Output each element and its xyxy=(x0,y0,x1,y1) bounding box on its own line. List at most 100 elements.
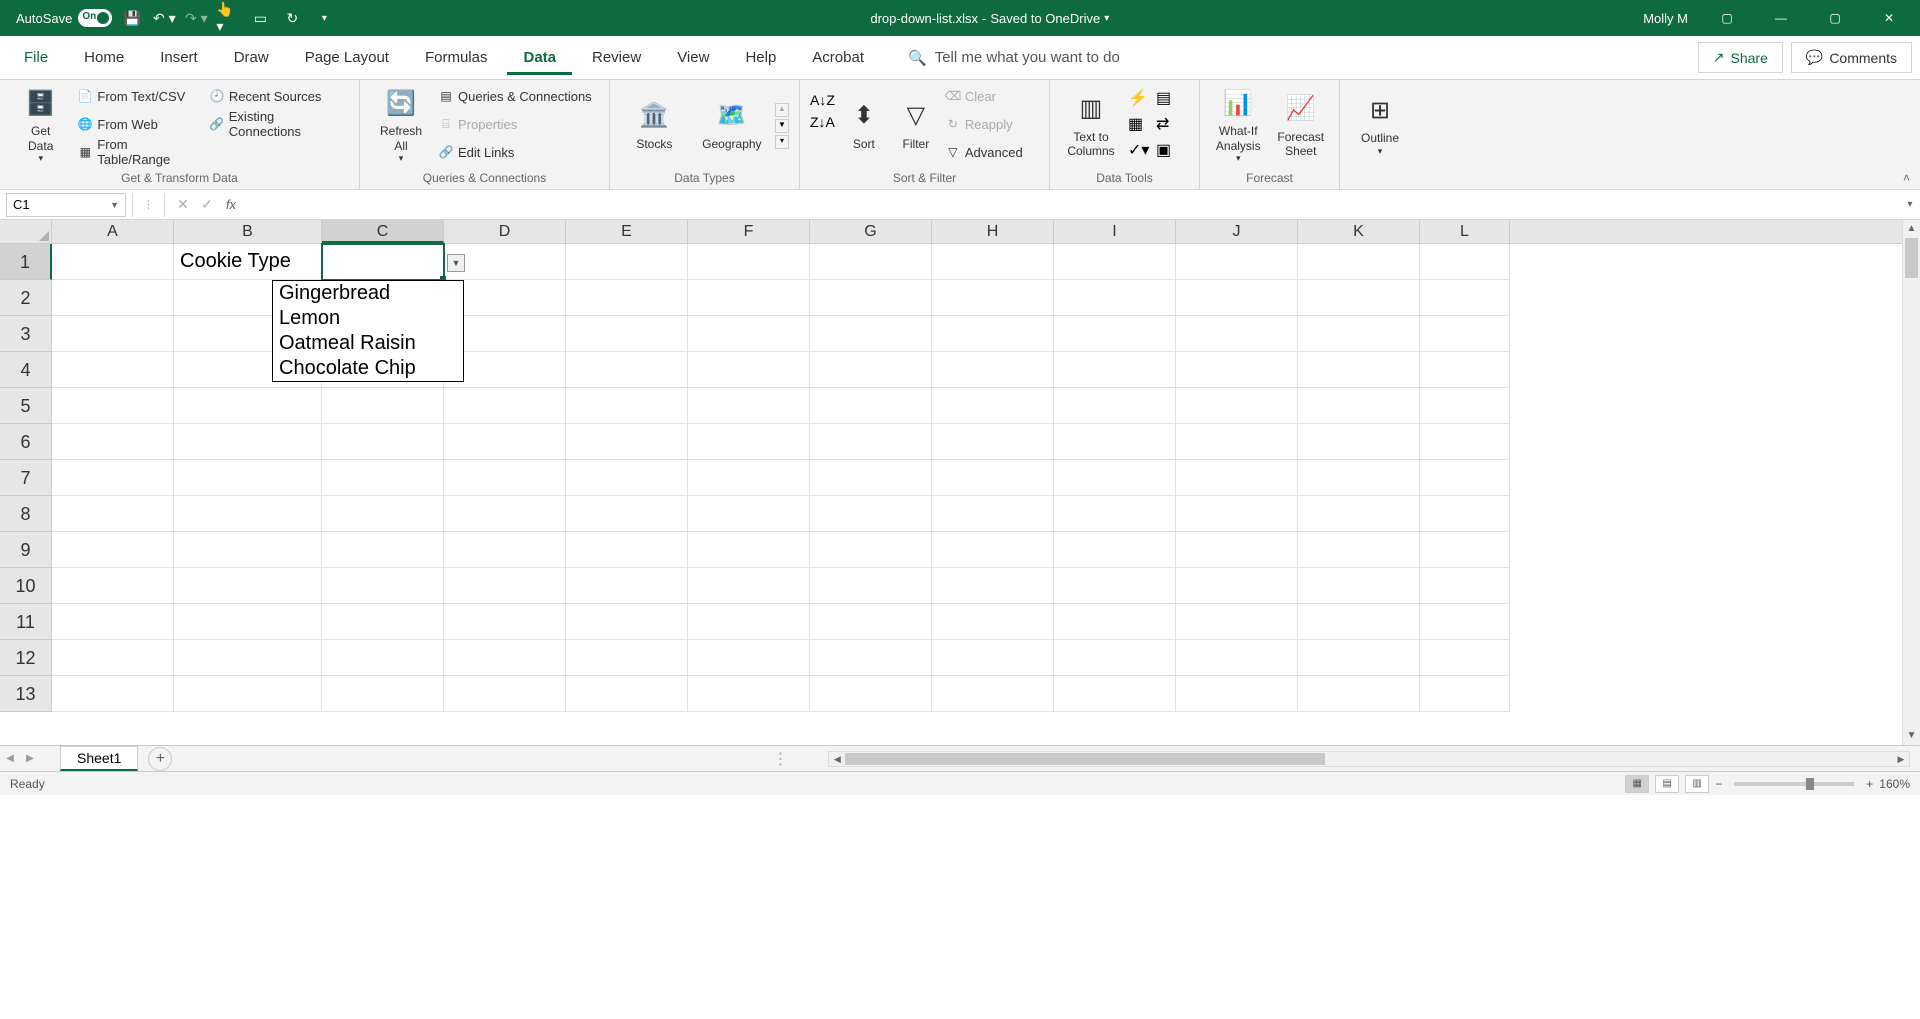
filter-button[interactable]: ▽ Filter xyxy=(893,84,939,168)
cell[interactable] xyxy=(444,460,566,496)
cell[interactable] xyxy=(688,604,810,640)
row-header[interactable]: 11 xyxy=(0,604,52,640)
remove-duplicates-icon[interactable]: ▦ xyxy=(1128,114,1150,134)
page-break-view-icon[interactable]: ▥ xyxy=(1685,775,1709,793)
scroll-thumb[interactable] xyxy=(1905,238,1918,278)
cell[interactable] xyxy=(810,460,932,496)
cell[interactable] xyxy=(174,532,322,568)
zoom-knob[interactable] xyxy=(1806,778,1814,790)
cell[interactable] xyxy=(52,604,174,640)
cell[interactable] xyxy=(174,604,322,640)
cell[interactable] xyxy=(566,532,688,568)
cell[interactable] xyxy=(52,640,174,676)
row-header[interactable]: 3 xyxy=(0,316,52,352)
cell[interactable] xyxy=(810,244,932,280)
close-icon[interactable]: ✕ xyxy=(1866,0,1912,36)
cell[interactable] xyxy=(1176,424,1298,460)
edit-links-button[interactable]: 🔗Edit Links xyxy=(438,140,592,164)
tab-view[interactable]: View xyxy=(661,41,725,75)
cell[interactable] xyxy=(688,280,810,316)
cell[interactable]: Cookie Type xyxy=(174,244,322,280)
vertical-scrollbar[interactable]: ▲ ▼ xyxy=(1902,220,1920,745)
cell[interactable] xyxy=(174,676,322,712)
what-if-button[interactable]: 📊 What-If Analysis ▾ xyxy=(1210,84,1267,168)
sync-icon[interactable]: ↻ xyxy=(280,6,304,30)
dropdown-option[interactable]: Lemon xyxy=(273,306,463,331)
cell[interactable] xyxy=(566,352,688,388)
cell[interactable] xyxy=(1176,388,1298,424)
scroll-up-icon[interactable]: ▲ xyxy=(1903,220,1920,238)
row-header[interactable]: 8 xyxy=(0,496,52,532)
tab-help[interactable]: Help xyxy=(729,41,792,75)
cell[interactable] xyxy=(1176,280,1298,316)
stocks-button[interactable]: 🏛️ Stocks xyxy=(620,84,689,168)
dropdown-option[interactable]: Chocolate Chip xyxy=(273,356,463,381)
cell[interactable] xyxy=(1298,640,1420,676)
hscroll-thumb[interactable] xyxy=(845,753,1325,765)
cell[interactable] xyxy=(174,460,322,496)
cell[interactable] xyxy=(444,388,566,424)
cell[interactable] xyxy=(52,316,174,352)
col-header-E[interactable]: E xyxy=(566,220,688,243)
cell[interactable] xyxy=(1298,532,1420,568)
from-text-csv-button[interactable]: 📄From Text/CSV xyxy=(77,84,203,108)
col-header-B[interactable]: B xyxy=(174,220,322,243)
cell[interactable] xyxy=(566,280,688,316)
cell[interactable] xyxy=(1420,604,1510,640)
col-header-L[interactable]: L xyxy=(1420,220,1510,243)
tab-file[interactable]: File xyxy=(8,41,64,75)
cell[interactable] xyxy=(52,496,174,532)
ribbon-display-icon[interactable]: ▢ xyxy=(1704,0,1750,36)
gallery-up-icon[interactable]: ▲ xyxy=(775,103,789,117)
cell[interactable] xyxy=(52,568,174,604)
col-header-J[interactable]: J xyxy=(1176,220,1298,243)
cell[interactable] xyxy=(566,460,688,496)
cell[interactable] xyxy=(932,388,1054,424)
scroll-left-icon[interactable]: ◀ xyxy=(829,752,845,766)
tab-split-handle[interactable]: ⋮ xyxy=(772,749,788,769)
existing-connections-button[interactable]: 🔗Existing Connections xyxy=(209,112,349,136)
cell[interactable] xyxy=(1176,244,1298,280)
col-header-H[interactable]: H xyxy=(932,220,1054,243)
cell[interactable] xyxy=(932,568,1054,604)
col-header-K[interactable]: K xyxy=(1298,220,1420,243)
cell[interactable] xyxy=(1298,568,1420,604)
cell[interactable] xyxy=(322,496,444,532)
touch-mode-icon[interactable]: 👆▾ xyxy=(216,6,240,30)
sort-asc-button[interactable]: A↓Z xyxy=(810,92,835,108)
relationships-icon[interactable]: ⇄ xyxy=(1156,114,1178,134)
scroll-right-icon[interactable]: ▶ xyxy=(1893,752,1909,766)
zoom-out-icon[interactable]: − xyxy=(1715,777,1722,791)
forecast-sheet-button[interactable]: 📈 Forecast Sheet xyxy=(1273,84,1330,168)
cell[interactable] xyxy=(810,352,932,388)
select-all-corner[interactable] xyxy=(0,220,52,243)
cell[interactable] xyxy=(1176,604,1298,640)
col-header-F[interactable]: F xyxy=(688,220,810,243)
row-header[interactable]: 2 xyxy=(0,280,52,316)
cell[interactable] xyxy=(174,388,322,424)
cell[interactable] xyxy=(174,568,322,604)
gallery-more-icon[interactable]: ▾ xyxy=(775,135,789,149)
cell[interactable] xyxy=(932,640,1054,676)
row-header[interactable]: 9 xyxy=(0,532,52,568)
col-header-C[interactable]: C xyxy=(322,220,444,243)
cell[interactable] xyxy=(1054,316,1176,352)
cell[interactable] xyxy=(1176,352,1298,388)
cell[interactable] xyxy=(1176,460,1298,496)
col-header-A[interactable]: A xyxy=(52,220,174,243)
cell[interactable] xyxy=(810,604,932,640)
cell[interactable] xyxy=(1054,640,1176,676)
cell[interactable] xyxy=(1298,676,1420,712)
cell[interactable] xyxy=(1420,244,1510,280)
get-data-button[interactable]: 🗄️ Get Data ▾ xyxy=(10,84,71,168)
col-header-I[interactable]: I xyxy=(1054,220,1176,243)
fx-icon[interactable]: fx xyxy=(219,197,243,212)
cell[interactable] xyxy=(810,496,932,532)
cell[interactable] xyxy=(1176,640,1298,676)
cell[interactable] xyxy=(444,676,566,712)
cell[interactable] xyxy=(932,460,1054,496)
dropdown-option[interactable]: Oatmeal Raisin xyxy=(273,331,463,356)
cell[interactable] xyxy=(932,316,1054,352)
tab-page-layout[interactable]: Page Layout xyxy=(289,41,405,75)
undo-icon[interactable]: ↶ ▾ xyxy=(152,6,176,30)
